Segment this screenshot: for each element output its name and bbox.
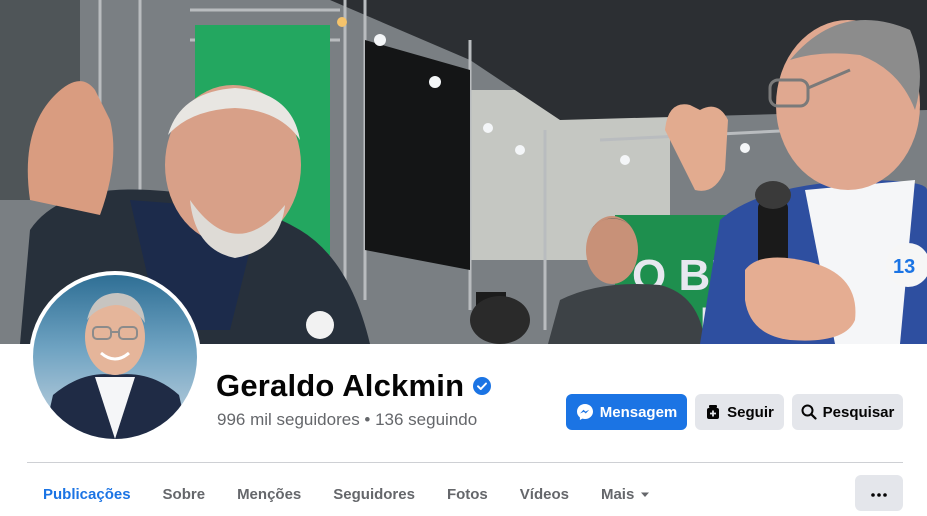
tab-sobre[interactable]: Sobre [147, 476, 222, 512]
message-button[interactable]: Mensagem [566, 394, 687, 430]
tab-label: Sobre [162, 485, 206, 503]
tab-videos[interactable]: Vídeos [504, 476, 585, 512]
search-button[interactable]: Pesquisar [792, 394, 903, 430]
tab-label: Seguidores [333, 485, 415, 503]
tab-label: Mais [600, 485, 635, 503]
followers-count[interactable]: 996 mil seguidores • 136 seguindo [217, 410, 477, 430]
avatar-photo [33, 275, 197, 439]
tab-mencoes[interactable]: Menções [221, 476, 317, 512]
profile-name-row: Geraldo Alckmin [216, 368, 492, 404]
follow-button-label: Seguir [727, 403, 774, 421]
tab-publicacoes[interactable]: Publicações [27, 476, 147, 512]
profile-name: Geraldo Alckmin [216, 368, 465, 403]
search-icon [801, 404, 817, 420]
profile-tabs: Publicações Sobre Menções Seguidores Fot… [27, 476, 666, 512]
message-button-label: Mensagem [599, 403, 678, 421]
caret-down-icon [640, 486, 650, 503]
tab-label: Fotos [446, 485, 488, 503]
tab-label: Menções [237, 485, 302, 503]
verified-badge-icon[interactable] [472, 376, 492, 396]
tab-label: Vídeos [519, 485, 569, 503]
tab-fotos[interactable]: Fotos [431, 476, 504, 512]
messenger-icon [576, 403, 594, 421]
search-button-label: Pesquisar [822, 403, 895, 421]
header-divider [27, 462, 903, 463]
more-dots-icon [871, 484, 887, 502]
tab-label: Publicações [43, 485, 131, 503]
tab-seguidores[interactable]: Seguidores [317, 476, 431, 512]
avatar-image [43, 293, 189, 439]
follow-icon [705, 404, 721, 420]
follow-button[interactable]: Seguir [695, 394, 784, 430]
tab-mais[interactable]: Mais [585, 476, 666, 512]
profile-avatar[interactable] [29, 271, 201, 443]
pin-number: 13 [893, 256, 915, 278]
more-options-button[interactable] [855, 475, 903, 511]
profile-page: O BR E [0, 0, 927, 516]
